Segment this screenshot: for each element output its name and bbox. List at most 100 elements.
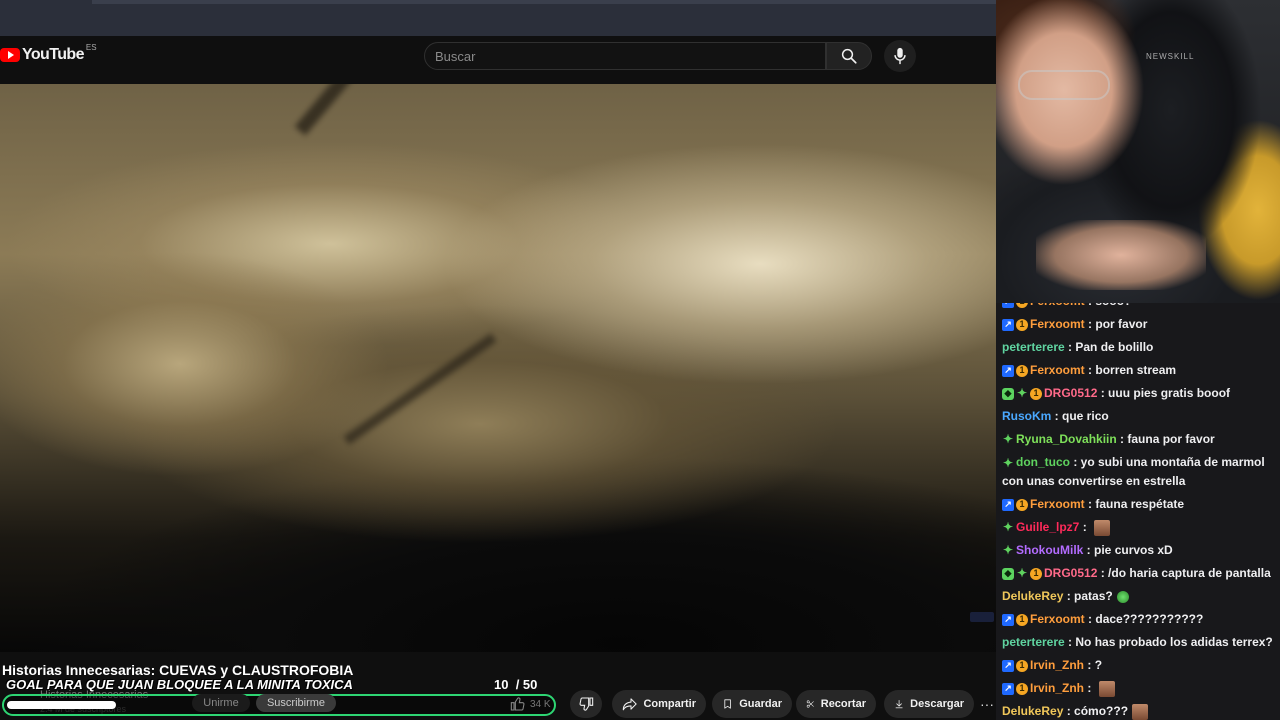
clip-label: Recortar: [820, 698, 866, 710]
save-label: Guardar: [739, 698, 782, 710]
goal-total: / 50: [515, 677, 538, 692]
chat-separator: :: [1084, 497, 1096, 511]
download-label: Descargar: [910, 698, 964, 710]
chair-brand-logo: NEWSKILL: [1146, 52, 1195, 61]
video-player[interactable]: [0, 84, 996, 652]
like-button[interactable]: 34 K: [504, 692, 556, 716]
clip-button[interactable]: Recortar: [796, 690, 876, 718]
chat-separator: :: [1079, 520, 1091, 534]
face-emote-icon: [1098, 680, 1115, 697]
chat-username[interactable]: Ferxoomt: [1030, 493, 1085, 516]
smile-emote-icon: [1116, 590, 1129, 603]
chat-text: patas?: [1074, 589, 1113, 603]
coin-badge-icon[interactable]: 1: [1016, 318, 1028, 331]
chat-username[interactable]: Ferxoomt: [1030, 359, 1085, 382]
chat-username[interactable]: DelukeRey: [1002, 585, 1063, 608]
prime-badge-icon[interactable]: ↗: [1002, 303, 1014, 308]
chat-text: fauna respétate: [1095, 497, 1185, 511]
chat-separator: :: [1084, 612, 1096, 626]
prime-badge-icon[interactable]: ↗: [1002, 364, 1014, 377]
chat-username[interactable]: ShokouMilk: [1016, 539, 1083, 562]
coin-badge-icon[interactable]: 1: [1030, 567, 1042, 580]
coin-badge-icon[interactable]: 1: [1016, 498, 1028, 511]
chat-separator: :: [1097, 386, 1109, 400]
chat-text: uuu pies gratis booof: [1108, 386, 1231, 400]
chat-username[interactable]: peterterere: [1002, 336, 1065, 359]
tab-bar-edge: [92, 0, 996, 4]
chat-username[interactable]: Guille_lpz7: [1016, 516, 1079, 539]
download-icon: [895, 700, 903, 709]
goal-overlay-text: GOAL PARA QUE JUAN BLOQUEE A LA MINITA T…: [6, 677, 353, 692]
prime-badge-icon[interactable]: ↗: [1002, 659, 1014, 672]
prime-badge-icon[interactable]: ↗: [1002, 318, 1014, 331]
coin-badge-icon[interactable]: 1: [1030, 387, 1042, 400]
webcam-detail: [1036, 220, 1206, 290]
star-badge-icon[interactable]: ✦: [1016, 566, 1028, 580]
gem-badge-icon[interactable]: ◆: [1002, 567, 1014, 580]
chat-username[interactable]: Ryuna_Dovahkiin: [1016, 428, 1117, 451]
chat-username[interactable]: Irvin_Znh: [1030, 654, 1084, 677]
dislike-button[interactable]: [570, 690, 602, 718]
chat-text: No has probado los adidas terrex?: [1075, 635, 1273, 649]
chat-username[interactable]: DelukeRey: [1002, 700, 1063, 720]
chat-username[interactable]: Ferxoomt: [1030, 313, 1085, 336]
prime-badge-icon[interactable]: ↗: [1002, 613, 1014, 626]
chat-message: ✦ ShokouMilk : pie curvos xD: [1002, 539, 1278, 562]
browser-top-strip: [0, 0, 996, 36]
prime-badge-icon[interactable]: ↗: [1002, 682, 1014, 695]
youtube-logo[interactable]: YouTube ES: [0, 43, 97, 64]
chat-separator: :: [1083, 543, 1095, 557]
share-button[interactable]: Compartir: [612, 690, 706, 718]
video-frame-detail: [294, 84, 473, 136]
chat-separator: :: [1097, 566, 1109, 580]
like-count: 34 K: [530, 698, 551, 710]
chat-username[interactable]: DRG0512: [1044, 562, 1097, 585]
more-actions-button[interactable]: ···: [978, 690, 996, 718]
chat-text: Pan de bolillo: [1075, 340, 1154, 354]
chat-username[interactable]: peterterere: [1002, 631, 1065, 654]
chat-separator: :: [1084, 681, 1095, 695]
streamer-webcam: NEWSKILL: [996, 0, 1280, 303]
chat-username[interactable]: don_tuco: [1016, 455, 1070, 469]
star-badge-icon[interactable]: ✦: [1002, 543, 1014, 557]
prime-badge-icon[interactable]: ↗: [1002, 498, 1014, 511]
download-button[interactable]: Descargar: [884, 690, 974, 718]
face-emote-icon: [1094, 519, 1111, 536]
thumbs-up-icon: [510, 697, 525, 711]
search-input[interactable]: Buscar: [424, 42, 826, 70]
star-badge-icon[interactable]: ✦: [1002, 520, 1014, 534]
chat-username[interactable]: Ferxoomt: [1030, 608, 1085, 631]
thumbs-down-icon: [579, 697, 594, 711]
chat-message: ✦ don_tuco : yo subi una montaña de marmo…: [1002, 451, 1278, 493]
chat-separator: :: [1084, 363, 1096, 377]
chat-text: sooo?: [1095, 303, 1131, 313]
chat-username[interactable]: Ferxoomt: [1030, 303, 1085, 313]
video-watermark: [970, 612, 994, 622]
save-button[interactable]: Guardar: [712, 690, 792, 718]
star-badge-icon[interactable]: ✦: [1002, 456, 1014, 470]
coin-badge-icon[interactable]: 1: [1016, 613, 1028, 626]
chat-username[interactable]: Irvin_Znh: [1030, 677, 1084, 700]
coin-badge-icon[interactable]: 1: [1016, 682, 1028, 695]
coin-badge-icon[interactable]: 1: [1016, 303, 1028, 308]
goal-counter: 10 / 50: [494, 677, 537, 692]
star-badge-icon[interactable]: ✦: [1016, 386, 1028, 400]
search-button[interactable]: [826, 42, 872, 70]
chat-message: ◆ ✦ 1 DRG0512 : /do haria captura de pantal…: [1002, 562, 1278, 585]
chat-username[interactable]: DRG0512: [1044, 382, 1097, 405]
coin-badge-icon[interactable]: 1: [1016, 659, 1028, 672]
join-button[interactable]: Unirme: [192, 694, 250, 712]
gem-badge-icon[interactable]: ◆: [1002, 387, 1014, 400]
subscribe-button[interactable]: Suscribirme: [256, 694, 336, 712]
voice-search-button[interactable]: [884, 40, 916, 72]
scissors-icon: [806, 700, 814, 708]
chat-separator: :: [1063, 589, 1075, 603]
youtube-header: YouTube ES Buscar: [0, 36, 996, 84]
chat-username[interactable]: RusoKm: [1002, 405, 1051, 428]
chat-message: ↗ 1 Ferxoomt : fauna respétate: [1002, 493, 1278, 516]
chat-text: borren stream: [1095, 363, 1177, 377]
youtube-logo-text: YouTube: [22, 46, 84, 63]
coin-badge-icon[interactable]: 1: [1016, 364, 1028, 377]
star-badge-icon[interactable]: ✦: [1002, 432, 1014, 446]
chat-message: ✦ Guille_lpz7 :: [1002, 516, 1278, 539]
